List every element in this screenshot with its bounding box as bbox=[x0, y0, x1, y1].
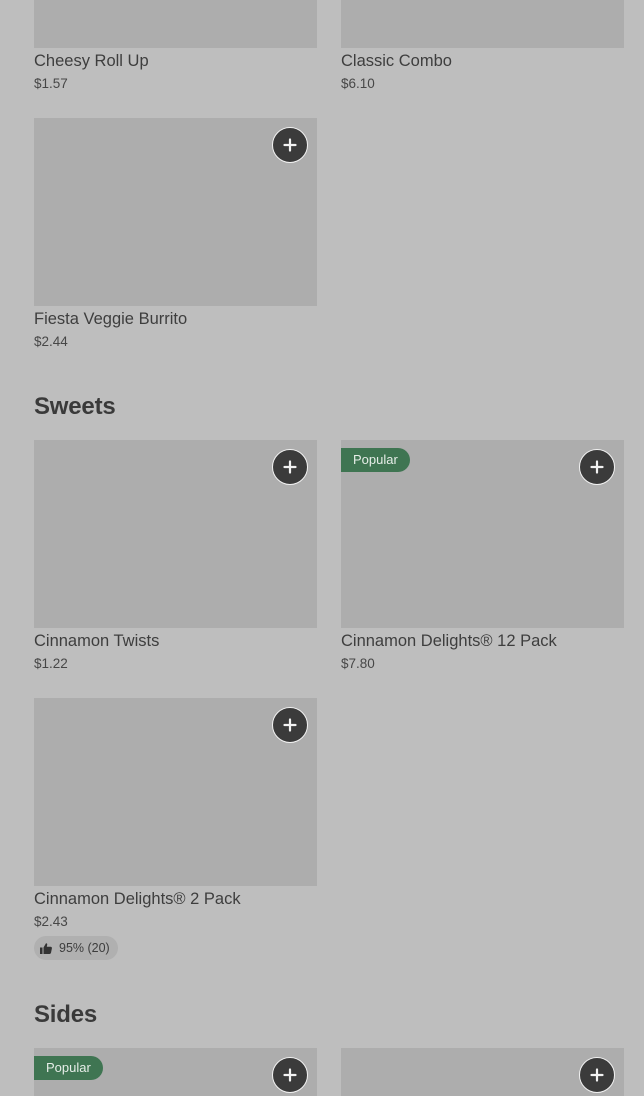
menu-item-card[interactable]: Cinnamon Twists $1.22 bbox=[34, 440, 317, 680]
item-name: Cinnamon Twists bbox=[34, 632, 160, 650]
rating-text: 95% (20) bbox=[59, 941, 110, 955]
plus-icon bbox=[283, 138, 297, 152]
item-name: Cinnamon Delights® 12 Pack bbox=[341, 632, 557, 650]
rating-badge: 95% (20) bbox=[34, 936, 118, 960]
add-to-cart-button[interactable] bbox=[579, 449, 615, 485]
plus-icon bbox=[283, 460, 297, 474]
plus-icon bbox=[283, 718, 297, 732]
add-to-cart-button[interactable] bbox=[272, 707, 308, 743]
item-name: Cheesy Roll Up bbox=[34, 52, 149, 70]
item-price: $1.57 bbox=[34, 76, 68, 91]
item-name: Classic Combo bbox=[341, 52, 452, 70]
popular-badge: Popular bbox=[341, 448, 410, 472]
item-image[interactable] bbox=[341, 0, 624, 48]
menu-item-card[interactable]: Classic Combo $6.10 bbox=[341, 0, 624, 96]
item-name: Fiesta Veggie Burrito bbox=[34, 310, 188, 328]
item-price: $7.80 bbox=[341, 656, 375, 671]
item-price: $2.43 bbox=[34, 914, 68, 929]
item-price: $6.10 bbox=[341, 76, 375, 91]
menu-item-card[interactable]: Fiesta Veggie Burrito $2.44 bbox=[34, 118, 317, 358]
menu-item-card[interactable]: Popular Cinnamon Delights® 12 Pack $7.80 bbox=[341, 440, 624, 680]
plus-icon bbox=[283, 1068, 297, 1082]
item-price: $2.44 bbox=[34, 334, 68, 349]
menu-item-card[interactable] bbox=[341, 1048, 624, 1096]
section-title-sides: Sides bbox=[34, 1001, 98, 1028]
menu-item-card[interactable]: Cheesy Roll Up $1.57 bbox=[34, 0, 317, 96]
item-image[interactable] bbox=[34, 0, 317, 48]
section-title-sweets: Sweets bbox=[34, 393, 116, 420]
plus-icon bbox=[590, 460, 604, 474]
item-name: Cinnamon Delights® 2 Pack bbox=[34, 890, 241, 908]
menu-item-card[interactable]: Cinnamon Delights® 2 Pack $2.43 95% (20) bbox=[34, 698, 317, 962]
add-to-cart-button[interactable] bbox=[272, 1057, 308, 1093]
add-to-cart-button[interactable] bbox=[272, 127, 308, 163]
add-to-cart-button[interactable] bbox=[272, 449, 308, 485]
thumbs-up-icon bbox=[40, 942, 52, 954]
item-price: $1.22 bbox=[34, 656, 68, 671]
popular-badge: Popular bbox=[34, 1056, 103, 1080]
add-to-cart-button[interactable] bbox=[579, 1057, 615, 1093]
plus-icon bbox=[590, 1068, 604, 1082]
menu-item-card[interactable]: Popular bbox=[34, 1048, 317, 1096]
